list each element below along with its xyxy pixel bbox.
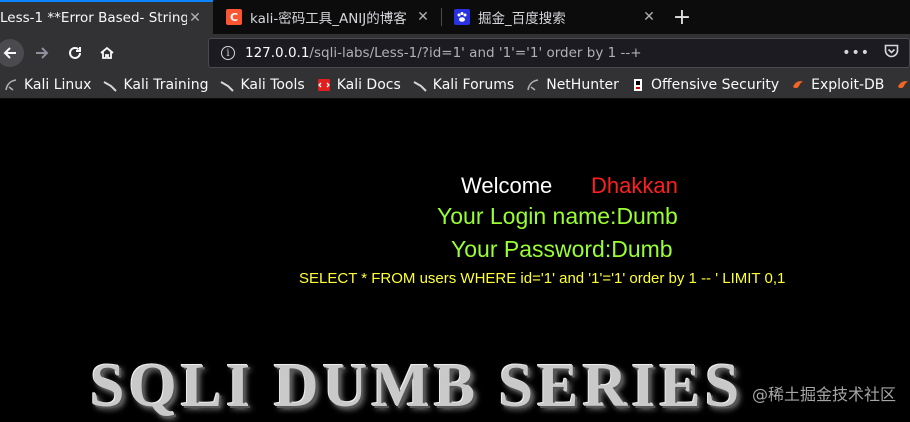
nethunter-icon: [526, 78, 540, 92]
page-actions-icon[interactable]: •••: [842, 45, 870, 61]
welcome-text: Welcome: [461, 173, 553, 198]
bookmark-label: Kali Docs: [336, 77, 401, 93]
kali-icon: [4, 78, 18, 92]
back-arrow-icon[interactable]: [0, 39, 24, 67]
tab-kali-blog[interactable]: C kali-密码工具_ANIJ的博客 ✕: [214, 0, 441, 34]
tab-strip: Less-1 **Error Based- String ✕ C kali-密码…: [0, 0, 910, 34]
kali-icon: [103, 78, 118, 92]
bookmark-label: Kali Linux: [24, 77, 92, 93]
watermark-text: @稀土掘金技术社区: [751, 385, 896, 404]
url-text[interactable]: 127.0.0.1/sqli-labs/Less-1/?id=1' and '1…: [245, 45, 842, 61]
bookmark-gh[interactable]: GH: [896, 77, 910, 93]
bookmark-exploit-db[interactable]: Exploit-DB: [791, 77, 884, 93]
bookmark-nethunter[interactable]: NetHunter: [526, 77, 619, 93]
exploitdb-icon: [791, 78, 805, 92]
password-text: Your Password:Dumb: [451, 236, 673, 262]
home-icon[interactable]: [93, 39, 121, 67]
tab-less-1[interactable]: Less-1 **Error Based- String ✕: [0, 0, 213, 34]
bookmarks-toolbar: Kali Linux Kali Training Kali Tools Kali…: [0, 72, 910, 99]
bookmark-kali-tools[interactable]: Kali Tools: [220, 77, 305, 93]
kali-icon: [220, 78, 235, 92]
login-name-text: Your Login name:Dumb: [437, 203, 678, 229]
tab-title: kali-密码工具_ANIJ的博客: [250, 11, 407, 27]
close-icon[interactable]: ✕: [641, 9, 657, 25]
close-icon[interactable]: ✕: [187, 10, 203, 26]
sql-query-text: SELECT * FROM users WHERE id='1' and '1'…: [299, 270, 786, 287]
forward-arrow-icon[interactable]: [28, 39, 56, 67]
url-bar[interactable]: i 127.0.0.1/sqli-labs/Less-1/?id=1' and …: [208, 38, 910, 68]
bookmark-label: NetHunter: [546, 77, 619, 93]
kali-icon: [413, 78, 427, 92]
bookmark-label: Offensive Security: [650, 77, 780, 93]
url-host: 127.0.0.1: [245, 45, 310, 61]
csdn-favicon-icon: C: [226, 9, 242, 25]
navigation-toolbar: i 127.0.0.1/sqli-labs/Less-1/?id=1' and …: [0, 34, 910, 72]
offsec-icon: [631, 78, 645, 92]
close-icon[interactable]: ✕: [415, 9, 431, 25]
bookmark-label: Kali Training: [123, 77, 209, 93]
sqli-dumb-series-banner: SQLI DUMB SERIES: [90, 352, 744, 420]
info-icon[interactable]: i: [221, 46, 235, 60]
url-path: /sqli-labs/Less-1/?id=1' and '1'='1' ord…: [309, 45, 642, 61]
baidu-paw-icon: [454, 9, 470, 25]
bookmark-label: Kali Forums: [432, 77, 515, 93]
reload-icon[interactable]: [61, 39, 89, 67]
exploitdb-icon: [896, 78, 910, 92]
tab-title: 掘金_百度搜索: [478, 11, 566, 27]
tab-title: Less-1 **Error Based- String: [0, 10, 187, 26]
bookmark-kali-training[interactable]: Kali Training: [103, 77, 208, 93]
bookmark-kali-linux[interactable]: Kali Linux: [4, 77, 91, 93]
new-tab-button[interactable]: +: [669, 3, 695, 31]
bookmark-kali-docs[interactable]: Kali Docs: [317, 77, 401, 93]
bookmark-offensive-security[interactable]: Offensive Security: [631, 77, 779, 93]
bookmark-kali-forums[interactable]: Kali Forums: [413, 77, 514, 93]
bookmark-label: Kali Tools: [240, 77, 305, 93]
page-content: Welcome Dhakkan Your Login name:Dumb You…: [0, 99, 910, 420]
pocket-icon[interactable]: [884, 44, 899, 62]
bookmark-label: Exploit-DB: [811, 77, 885, 93]
welcome-name: Dhakkan: [591, 173, 678, 198]
docs-icon: [317, 78, 331, 92]
tab-baidu-search[interactable]: 掘金_百度搜索 ✕: [442, 0, 667, 34]
